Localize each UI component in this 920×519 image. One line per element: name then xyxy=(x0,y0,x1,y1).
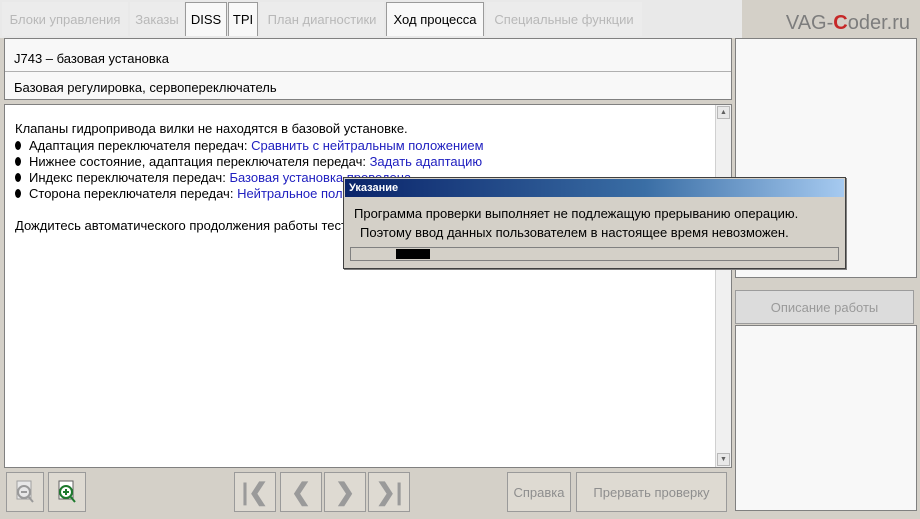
abort-test-button-label: Прервать проверку xyxy=(593,484,710,500)
item-label: Индекс переключателя передач: xyxy=(29,170,230,185)
description-button[interactable]: Описание работы xyxy=(735,290,914,324)
tab-diss[interactable]: DISS xyxy=(185,2,227,36)
dialog-message-line2: Поэтому ввод данных пользователем в наст… xyxy=(360,225,789,240)
zoom-out-button[interactable] xyxy=(6,472,44,512)
tab-diagnostic-plan[interactable]: План диагностики xyxy=(260,2,384,36)
dialog-message-line1: Программа проверки выполняет не подлежащ… xyxy=(354,206,799,221)
scroll-up-icon[interactable]: ▲ xyxy=(717,106,730,119)
zoom-in-button[interactable] xyxy=(48,472,86,512)
zoom-in-icon xyxy=(58,480,76,503)
item-value: Сравнить с нейтральным положением xyxy=(251,138,484,153)
item-label: Адаптация переключателя передач: xyxy=(29,138,252,153)
bullet-icon xyxy=(15,173,21,182)
tab-process[interactable]: Ход процесса xyxy=(386,2,484,36)
logo: VAG-Coder.ru xyxy=(740,12,910,38)
list-item: Сторона переключателя передач: Нейтральн… xyxy=(15,186,387,201)
bullet-icon xyxy=(15,141,21,150)
bullet-icon xyxy=(15,189,21,198)
tab-tpi[interactable]: TPI xyxy=(228,2,258,36)
last-page-button[interactable]: ❯| xyxy=(368,472,410,512)
chevron-left-icon: ❮ xyxy=(290,478,312,506)
page-subtitle: Базовая регулировка, сервопереключатель xyxy=(14,80,277,95)
item-label: Сторона переключателя передач: xyxy=(29,186,238,201)
intro-text: Клапаны гидропривода вилки не находятся … xyxy=(15,121,408,136)
chevron-right-icon: ❯ xyxy=(334,478,356,506)
tab-bar: Блоки управления Заказы DISS TPI План ди… xyxy=(0,0,742,38)
list-item: Адаптация переключателя передач: Сравнит… xyxy=(15,138,484,153)
list-item: Нижнее состояние, адаптация переключател… xyxy=(15,154,482,169)
tab-control-units[interactable]: Блоки управления xyxy=(2,2,128,36)
help-button-label: Справка xyxy=(513,484,565,500)
scrollbar[interactable]: ▲ ▼ xyxy=(715,105,731,467)
tab-special-functions[interactable]: Специальные функции xyxy=(486,2,642,36)
footer-text: Дождитесь автоматического продолжения ра… xyxy=(15,218,358,233)
tab-orders[interactable]: Заказы xyxy=(130,2,184,36)
page-title: J743 – базовая установка xyxy=(14,51,169,66)
dialog-title[interactable]: Указание xyxy=(345,179,844,197)
logo-accent: C xyxy=(833,12,848,34)
notice-dialog: Указание Программа проверки выполняет не… xyxy=(343,177,846,269)
first-page-button[interactable]: |❮ xyxy=(234,472,276,512)
logo-suffix: oder.ru xyxy=(847,12,910,34)
next-button[interactable]: ❯ xyxy=(324,472,366,512)
skip-first-icon: |❮ xyxy=(241,478,269,506)
logo-prefix: VAG- xyxy=(785,12,834,34)
zoom-out-icon xyxy=(16,480,34,503)
scroll-down-icon[interactable]: ▼ xyxy=(717,453,730,466)
item-label: Нижнее состояние, адаптация переключател… xyxy=(29,154,370,169)
bullet-icon xyxy=(15,157,21,166)
abort-test-button[interactable]: Прервать проверку xyxy=(576,472,727,512)
skip-last-icon: ❯| xyxy=(375,478,403,506)
item-value: Задать адаптацию xyxy=(369,154,483,169)
right-lower-panel xyxy=(735,325,917,511)
header-panel: J743 – базовая установка Базовая регулир… xyxy=(4,38,732,100)
progress-bar xyxy=(350,247,839,261)
header-divider xyxy=(5,71,731,72)
previous-button[interactable]: ❮ xyxy=(280,472,322,512)
content-panel: Клапаны гидропривода вилки не находятся … xyxy=(4,104,732,468)
progress-indicator xyxy=(396,249,430,259)
help-button[interactable]: Справка xyxy=(507,472,571,512)
